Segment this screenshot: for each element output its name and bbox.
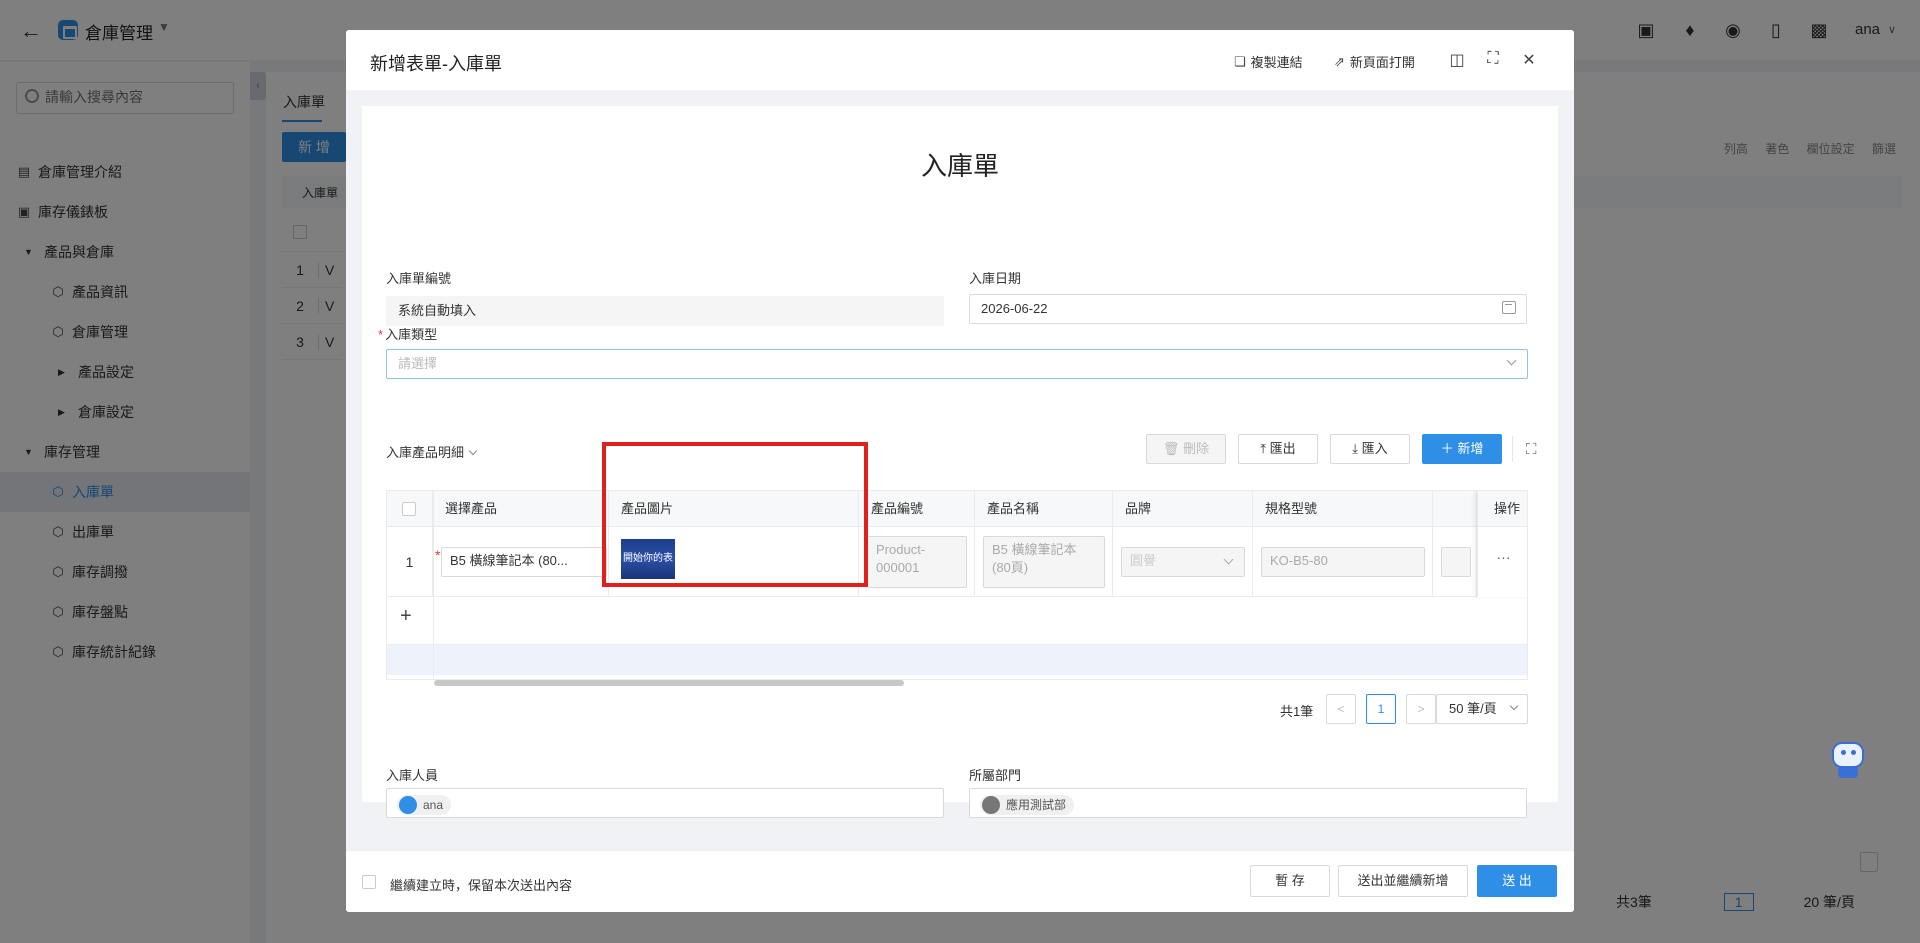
add-row-button[interactable]: ＋ 新增 — [1422, 434, 1502, 464]
side-panel-icon[interactable]: ◫ — [1448, 50, 1466, 70]
form-card: 入庫單 入庫單編號 系統自動填入 入庫日期 2026-06-22 * 入庫類型 請… — [362, 106, 1558, 818]
user-avatar-icon — [399, 796, 417, 814]
product-select[interactable]: B5 橫線筆記本 (80... — [441, 547, 607, 577]
product-subtable: 選擇產品 產品圖片 產品編號 產品名稱 品牌 規格型號 1 * B5 橫線筆記本… — [386, 490, 1528, 680]
staff-field[interactable]: ana — [386, 788, 944, 818]
brand-select: 圓譽 — [1121, 547, 1245, 577]
plus-icon: ＋ — [1440, 441, 1454, 456]
name-cell: B5 橫線筆記本 (80頁) — [975, 527, 1113, 597]
column-header-spec: 規格型號 — [1253, 491, 1433, 527]
department-icon — [982, 796, 1000, 814]
new-form-modal: 新增表單-入庫單 ❏ 複製連結 ⇗ 新頁面打開 ◫ ⛶ ✕ 入庫單 入庫單編號 系統… — [346, 30, 1574, 912]
chevron-down-icon — [1223, 554, 1234, 565]
select-all-checkbox[interactable] — [402, 502, 416, 516]
open-new-page-button[interactable]: ⇗ 新頁面打開 — [1334, 52, 1415, 71]
fullscreen-icon[interactable]: ⛶ — [1484, 50, 1502, 68]
modal-footer: 繼續建立時，保留本次送出內容 暫 存 送出並繼續新增 送 出 — [346, 850, 1574, 912]
import-button[interactable]: ⤓ 匯入 — [1330, 434, 1410, 464]
submit-and-continue-button[interactable]: 送出並繼續新增 — [1338, 865, 1468, 897]
column-header-brand: 品牌 — [1113, 491, 1253, 527]
inbound-no-label: 入庫單編號 — [386, 271, 452, 286]
copy-icon: ❏ — [1234, 53, 1246, 69]
submit-button[interactable]: 送 出 — [1477, 865, 1557, 897]
keep-content-label[interactable]: 繼續建立時，保留本次送出內容 — [390, 875, 572, 894]
row-number: 1 — [387, 527, 433, 597]
chevron-down-icon — [1506, 355, 1517, 366]
modal-title: 新增表單-入庫單 — [370, 54, 502, 74]
dept-tag: 應用測試部 — [980, 795, 1075, 815]
dept-field[interactable]: 應用測試部 — [969, 788, 1527, 818]
staff-tag: ana — [397, 795, 452, 815]
external-link-icon: ⇗ — [1334, 53, 1345, 69]
inbound-date-label: 入庫日期 — [969, 271, 1022, 286]
page-size-select[interactable]: 50 筆/頁 — [1436, 694, 1528, 724]
column-header-name: 產品名稱 — [975, 491, 1113, 527]
summary-row — [387, 645, 1527, 675]
dept-label: 所屬部門 — [969, 768, 1022, 783]
code-cell: Product-000001 — [859, 527, 975, 597]
prev-page-button[interactable]: < — [1326, 694, 1356, 724]
subtable-total: 共1筆 — [1280, 704, 1314, 719]
document-icon[interactable] — [1860, 852, 1878, 872]
product-cell: * B5 橫線筆記本 (80... — [433, 527, 609, 597]
more-actions-button[interactable]: ··· — [1478, 527, 1527, 597]
staff-label: 入庫人員 — [386, 768, 439, 783]
brand-cell: 圓譽 — [1113, 527, 1253, 597]
spec-field: KO-B5-80 — [1261, 547, 1425, 577]
subtable-title[interactable]: 入庫產品明細 — [386, 442, 478, 461]
delete-row-button[interactable]: 🗑 刪除 — [1146, 434, 1226, 464]
expand-icon[interactable]: ⛶ — [1526, 441, 1537, 458]
download-icon: ⤓ — [1352, 441, 1359, 456]
close-icon[interactable]: ✕ — [1520, 50, 1538, 70]
plus-icon[interactable]: + — [400, 605, 412, 628]
column-header-code: 產品編號 — [859, 491, 975, 527]
upload-icon: ⤒ — [1260, 441, 1267, 456]
column-header-op: 操作 — [1478, 491, 1527, 527]
chevron-down-icon — [1509, 701, 1519, 711]
product-name-field: B5 橫線筆記本 (80頁) — [983, 536, 1105, 588]
add-row-area: + — [387, 597, 1527, 645]
extra-field — [1441, 547, 1471, 577]
header-select-cell — [387, 491, 433, 527]
calendar-icon — [1502, 301, 1516, 314]
keep-content-checkbox[interactable] — [362, 875, 376, 889]
highlight-box — [602, 442, 868, 587]
column-header-product: 選擇產品 — [433, 491, 609, 527]
copy-link-button[interactable]: ❏ 複製連結 — [1234, 52, 1303, 71]
modal-header: 新增表單-入庫單 ❏ 複製連結 ⇗ 新頁面打開 ◫ ⛶ ✕ — [346, 30, 1574, 90]
inbound-type-select[interactable]: 請選擇 — [386, 349, 1528, 379]
horizontal-scrollbar[interactable] — [434, 680, 904, 686]
column-header-extra — [1433, 491, 1477, 527]
divider — [1512, 436, 1513, 462]
operation-column: 操作 ··· — [1477, 491, 1527, 597]
save-draft-button[interactable]: 暫 存 — [1250, 865, 1330, 897]
assistant-robot-icon[interactable] — [1828, 736, 1868, 780]
inbound-no-field: 系統自動填入 — [386, 296, 944, 326]
form-title: 入庫單 — [920, 151, 999, 181]
column-divider — [433, 491, 434, 679]
inbound-type-label: * 入庫類型 — [378, 327, 438, 342]
inbound-date-field[interactable]: 2026-06-22 — [969, 294, 1527, 324]
extra-cell — [1433, 527, 1477, 597]
page-1-button[interactable]: 1 — [1366, 694, 1396, 724]
export-button[interactable]: ⤒ 匯出 — [1238, 434, 1318, 464]
spec-cell: KO-B5-80 — [1253, 527, 1433, 597]
product-code-field: Product-000001 — [867, 536, 967, 588]
next-page-button[interactable]: > — [1406, 694, 1436, 724]
trash-icon: 🗑 — [1162, 441, 1180, 456]
chevron-down-icon — [468, 446, 478, 456]
